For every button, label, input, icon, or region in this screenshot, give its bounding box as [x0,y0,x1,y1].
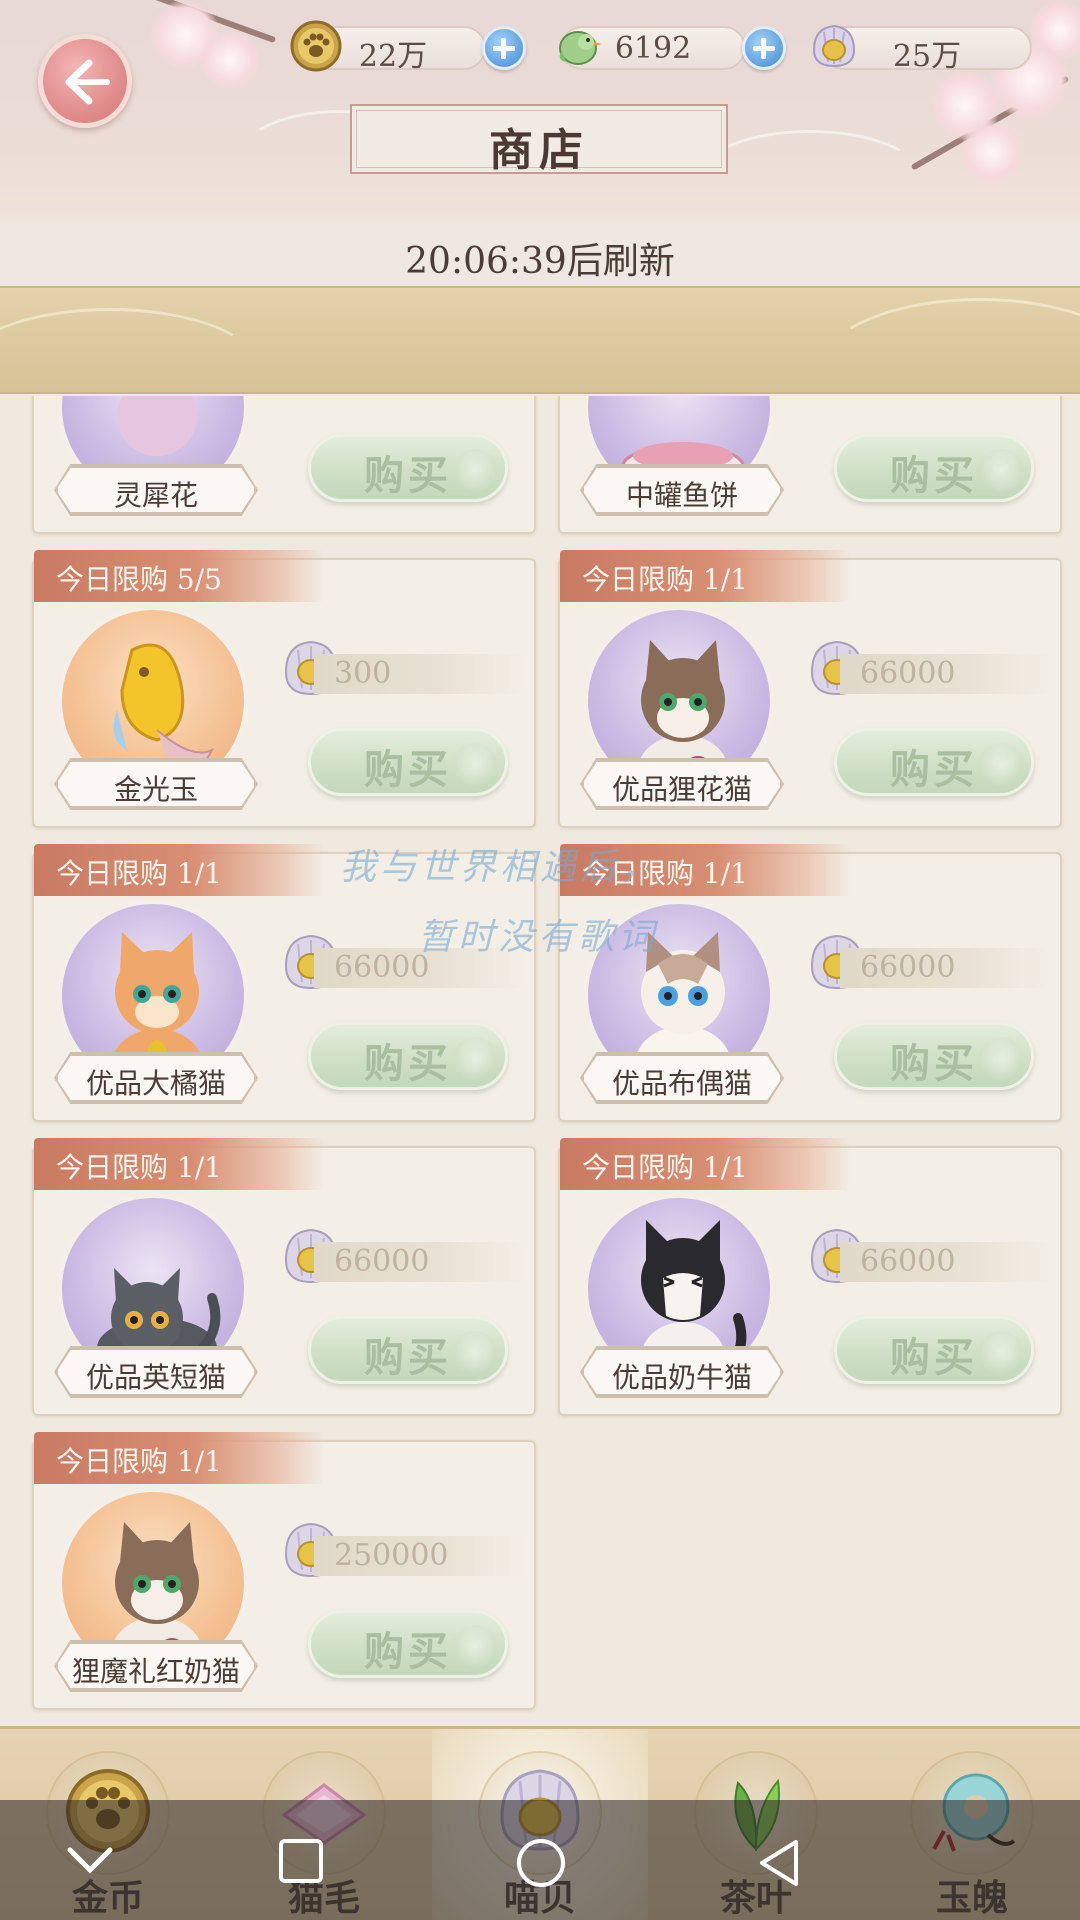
item-name-plate: 优品布偶猫 [582,1054,782,1102]
clover-decoration [453,1037,497,1081]
price-bar: 66000 [840,1242,1050,1282]
wave-decoration [820,298,1080,392]
purchase-limit-text: 今日限购 1/1 [582,1151,748,1184]
item-price: 66000 [860,950,956,985]
item-name-plate: 优品奶牛猫 [582,1348,782,1396]
item-name-plate: 优品英短猫 [56,1348,256,1396]
buy-button[interactable]: 购买 [834,434,1034,502]
price-bar: 66000 [314,1242,524,1282]
shop-item-card: 中罐鱼饼 购买 [558,396,1062,534]
purchase-limit-tag: 今日限购 1/1 [560,1138,850,1190]
buy-button[interactable]: 购买 [308,1610,508,1678]
purchase-limit-text: 今日限购 1/1 [56,1151,222,1184]
blossom-decoration [200,30,260,90]
shop-item-card: 今日限购 1/1 狸魔礼红奶猫 250000 购买 [32,1432,536,1710]
purchase-limit-tag: 今日限购 5/5 [34,550,324,602]
buy-button[interactable]: 购买 [308,1022,508,1090]
item-price: 66000 [860,1244,956,1279]
item-name: 金光玉 [113,773,198,806]
item-name-plate: 优品大橘猫 [56,1054,256,1102]
page-title-text: 商店 [489,125,589,176]
item-price: 66000 [334,1244,430,1279]
lyric-overlay-line2: 暂时没有歌词 [418,917,659,958]
clover-decoration [979,1037,1023,1081]
back-triangle-icon[interactable] [752,1836,806,1890]
shop-item-card: 今日限购 5/5 金光玉 300 购买 [32,550,536,828]
clover-decoration [453,1625,497,1669]
shop-item-card: 今日限购 1/1 优品英短猫 66000 购买 [32,1138,536,1416]
shop-item-list[interactable]: 灵犀花 购买 中罐鱼饼 购买 今日限购 5/5 金光玉 300 购买 今日限购 … [0,396,1080,1726]
item-name: 优品狸花猫 [611,773,752,806]
shop-item-card: 灵犀花 购买 [32,396,536,534]
item-name: 灵犀花 [113,479,198,512]
price-bar: 66000 [840,654,1050,694]
shop-item-card: 今日限购 1/1 优品大橘猫 66000 购买 [32,844,536,1122]
back-arrow-icon [65,59,110,105]
item-price: 66000 [860,656,956,691]
blossom-decoration [960,120,1024,184]
item-name-plate: 中罐鱼饼 [582,466,782,514]
item-name-plate: 优品狸花猫 [582,760,782,808]
item-price: 250000 [334,1538,449,1573]
clover-decoration [979,449,1023,493]
buy-button[interactable]: 购买 [834,728,1034,796]
purchase-limit-tag: 今日限购 1/1 [560,550,850,602]
swirl-decoration [700,130,920,220]
wave-decoration [0,308,260,392]
jade-bird-icon [559,31,602,65]
system-navigation-bar [0,1800,1080,1920]
chevron-down-icon[interactable] [60,1836,120,1884]
clover-decoration [453,1331,497,1375]
purchase-limit-text: 今日限购 1/1 [56,857,222,890]
purchase-limit-text: 今日限购 1/1 [56,1445,222,1478]
refresh-timer: 20:06:39后刷新 [0,220,1080,286]
item-name-plate: 金光玉 [56,760,256,808]
buy-button[interactable]: 购买 [308,1316,508,1384]
header: 22万 6192 25万 商店 [0,0,1080,220]
clover-decoration [979,1331,1023,1375]
item-name: 优品奶牛猫 [611,1361,752,1394]
clover-decoration [453,743,497,787]
page-title: 商店 [350,104,728,176]
home-icon[interactable] [514,1836,568,1890]
paw-coin-icon [290,20,342,72]
add-jade-button[interactable] [742,26,786,70]
buy-button[interactable]: 购买 [834,1316,1034,1384]
refresh-timer-text: 20:06:39后刷新 [405,241,675,282]
item-name: 优品英短猫 [85,1361,226,1394]
item-name: 优品大橘猫 [85,1067,226,1100]
purchase-limit-tag: 今日限购 1/1 [34,1432,324,1484]
purchase-limit-tag: 今日限购 1/1 [34,1138,324,1190]
back-button[interactable] [38,34,132,128]
buy-button[interactable]: 购买 [308,434,508,502]
shop-item-card: 今日限购 1/1 优品狸花猫 66000 购买 [558,550,1062,828]
purchase-limit-text: 今日限购 1/1 [582,563,748,596]
item-name-plate: 狸魔礼红奶猫 [56,1642,256,1690]
add-coin-button[interactable] [482,26,526,70]
buy-button[interactable]: 购买 [834,1022,1034,1090]
clover-decoration [453,449,497,493]
price-bar: 66000 [840,948,1050,988]
purchase-limit-text: 今日限购 5/5 [56,563,222,596]
item-name-plate: 灵犀花 [56,466,256,514]
recent-apps-icon[interactable] [276,1836,326,1886]
clover-decoration [979,743,1023,787]
item-name: 中罐鱼饼 [625,479,738,512]
shop-banner [0,286,1080,394]
shop-item-card: 今日限购 1/1 优品布偶猫 66000 购买 [558,844,1062,1122]
price-bar: 250000 [314,1536,524,1576]
buy-button[interactable]: 购买 [308,728,508,796]
lyric-overlay-line1: 我与世界相遇后， [340,847,661,888]
shop-item-card: 今日限购 1/1 优品奶牛猫 66000 购买 [558,1138,1062,1416]
pearl-shell-icon [812,24,856,68]
item-price: 66000 [334,950,430,985]
item-price: 300 [334,656,392,691]
purchase-limit-tag: 今日限购 1/1 [34,844,324,896]
item-name: 优品布偶猫 [611,1067,752,1100]
item-name: 狸魔礼红奶猫 [71,1655,240,1688]
price-bar: 300 [314,654,524,694]
